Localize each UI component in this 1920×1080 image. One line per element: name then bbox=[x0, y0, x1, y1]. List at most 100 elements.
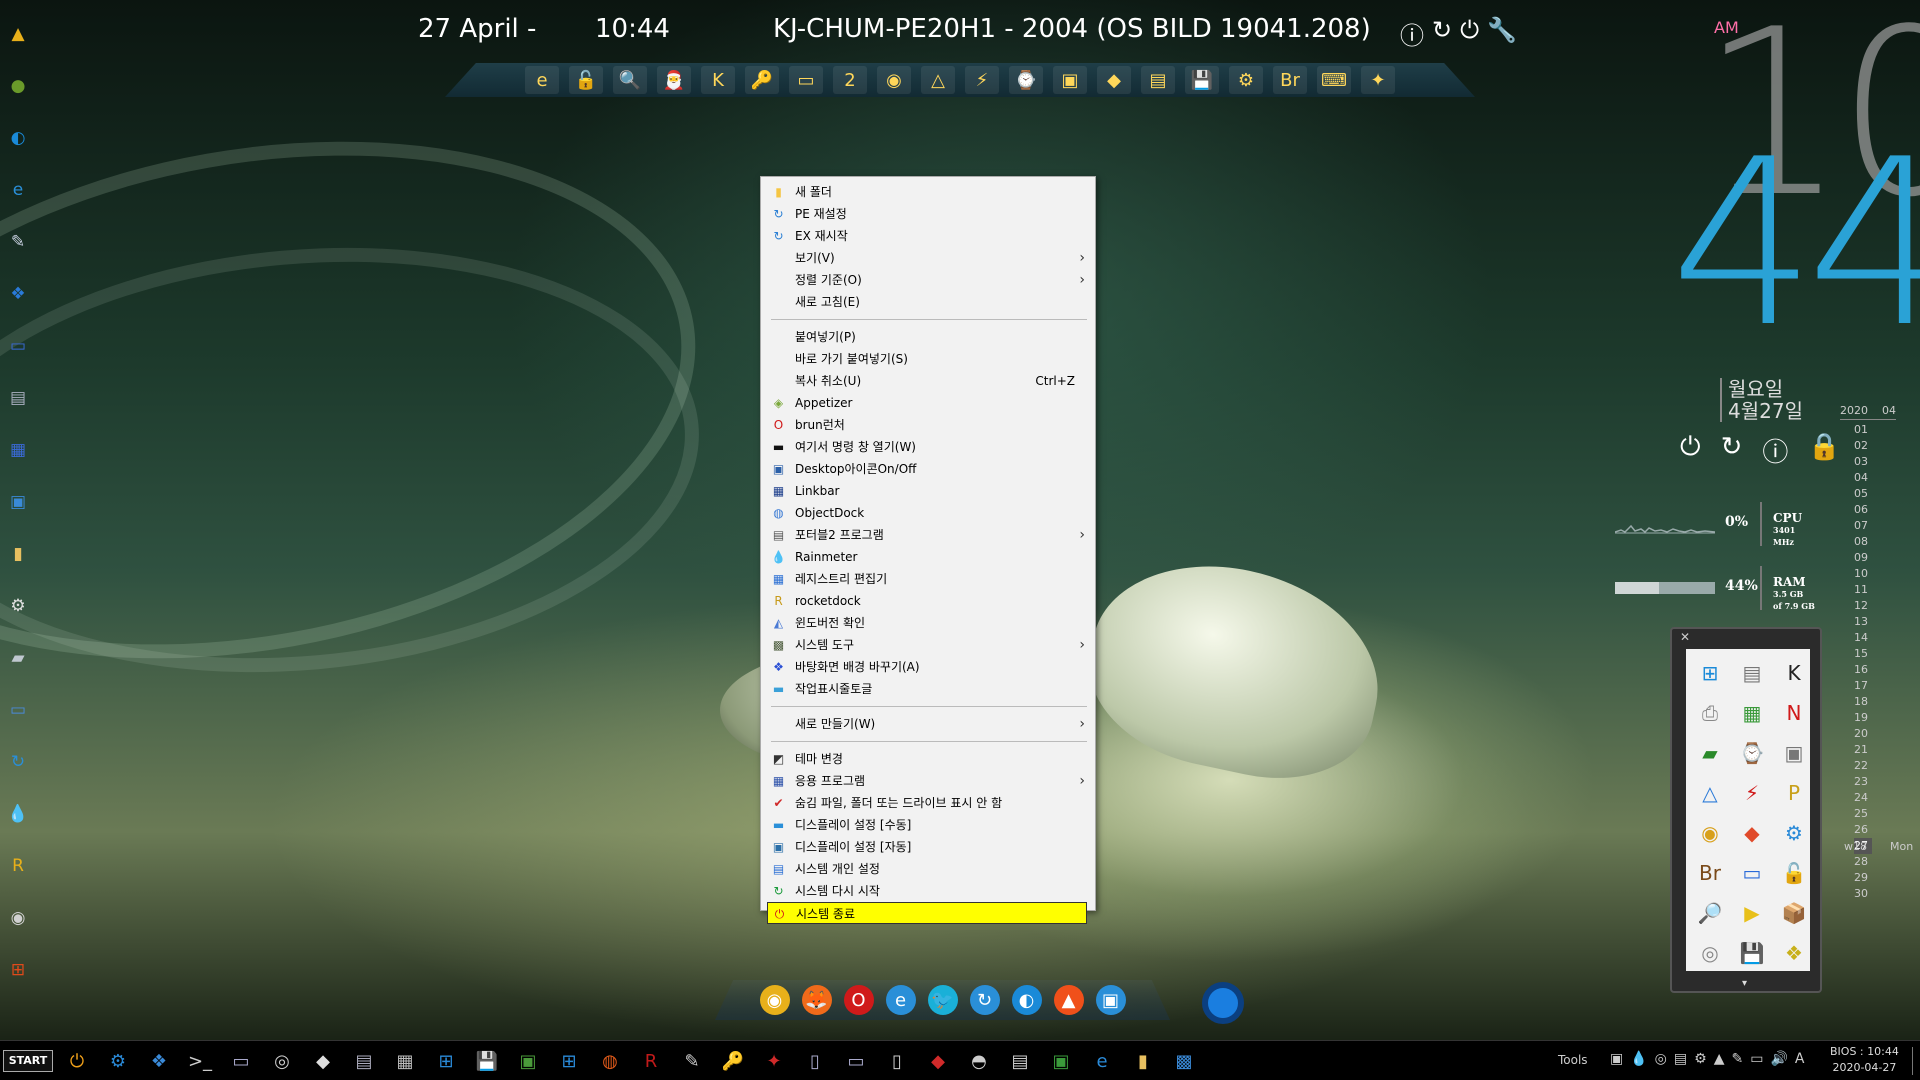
menu-item[interactable]: ◩ 테마 변경 bbox=[761, 748, 1095, 770]
dvd-icon[interactable]: ◎ bbox=[1690, 933, 1730, 973]
menu-item[interactable]: ▬ 여기서 명령 창 열기(W) bbox=[761, 436, 1095, 458]
two-icon[interactable]: 2 bbox=[833, 66, 867, 94]
feather-icon[interactable]: ✎ bbox=[1731, 1051, 1743, 1067]
calendar-day[interactable]: 18 bbox=[1854, 694, 1896, 710]
warning-icon[interactable]: ▲ bbox=[4, 20, 32, 48]
monitor-icon[interactable]: ▭ bbox=[226, 1047, 256, 1075]
menu-item[interactable]: ↻ EX 재시작 bbox=[761, 225, 1095, 247]
menu-item[interactable]: ✔ 숨김 파일, 폴더 또는 드라이브 표시 안 함 bbox=[761, 792, 1095, 814]
rocketdock-icon[interactable]: R bbox=[4, 852, 32, 880]
magnifier-icon[interactable]: 🔎 bbox=[1690, 893, 1730, 933]
calendar-day[interactable]: 23 bbox=[1854, 774, 1896, 790]
calendar-day[interactable]: 19 bbox=[1854, 710, 1896, 726]
blocks-icon[interactable]: ❖ bbox=[4, 280, 32, 308]
scanner-icon[interactable]: ⌨ bbox=[1317, 66, 1351, 94]
edge-icon[interactable]: ◐ bbox=[1011, 985, 1042, 1015]
gears-icon[interactable]: ⚙ bbox=[1229, 66, 1263, 94]
bird-icon[interactable]: 🐦 bbox=[927, 985, 958, 1015]
leaf-icon[interactable]: ● bbox=[4, 72, 32, 100]
wrench-icon[interactable]: 🔧 bbox=[1487, 16, 1517, 51]
doc-icon[interactable]: ▯ bbox=[882, 1047, 912, 1075]
menu-item[interactable]: ◍ ObjectDock bbox=[761, 502, 1095, 524]
power-icon[interactable]: ⏻ bbox=[62, 1047, 92, 1075]
pdf-icon[interactable]: P bbox=[1774, 773, 1814, 813]
water-drop-icon[interactable]: 💧 bbox=[4, 800, 32, 828]
menu-item[interactable]: ▤ 포터블2 프로그램 › bbox=[761, 524, 1095, 546]
network-icon[interactable]: ▣ bbox=[513, 1047, 543, 1075]
floppy-icon[interactable]: 💾 bbox=[1185, 66, 1219, 94]
calendar-day[interactable]: 05 bbox=[1854, 486, 1896, 502]
window-icon[interactable]: ▭ bbox=[841, 1047, 871, 1075]
disk-icon[interactable]: ▣ bbox=[1053, 66, 1087, 94]
volume-icon[interactable]: 🔊 bbox=[1770, 1051, 1787, 1067]
floppy-icon[interactable]: 💾 bbox=[1732, 933, 1772, 973]
k-icon[interactable]: K bbox=[1774, 653, 1814, 693]
menu-item[interactable]: ◈ Appetizer bbox=[761, 392, 1095, 414]
calendar-day[interactable]: 29 bbox=[1854, 870, 1896, 886]
font-icon[interactable]: A bbox=[1795, 1051, 1805, 1067]
cd-icon[interactable]: ◉ bbox=[4, 904, 32, 932]
computer-icon[interactable]: ▭ bbox=[4, 696, 32, 724]
ie-icon[interactable]: e bbox=[4, 176, 32, 204]
menu-item[interactable]: 새로 만들기(W) › bbox=[761, 713, 1095, 735]
calendar-day[interactable]: 09 bbox=[1854, 550, 1896, 566]
folder-icon[interactable]: ▮ bbox=[4, 540, 32, 568]
calendar-day[interactable]: 21 bbox=[1854, 742, 1896, 758]
drawer-close-button[interactable]: ✕ bbox=[1680, 630, 1690, 644]
menu-item[interactable]: ▦ 레지스트리 편집기 bbox=[761, 568, 1095, 590]
rocket-icon[interactable]: ⚙ bbox=[103, 1047, 133, 1075]
file-icon[interactable]: ▯ bbox=[800, 1047, 830, 1075]
calendar-day[interactable]: 30 bbox=[1854, 886, 1896, 902]
tray-clock[interactable]: BIOS : 10:44 2020-04-27 bbox=[1830, 1044, 1899, 1076]
triangle-icon[interactable]: △ bbox=[1690, 773, 1730, 813]
bridge-icon[interactable]: Br bbox=[1273, 66, 1307, 94]
backup-icon[interactable]: ⌚ bbox=[1732, 733, 1772, 773]
folder-icon[interactable]: ▮ bbox=[1128, 1047, 1158, 1075]
info-icon[interactable]: ⓘ bbox=[1400, 16, 1424, 51]
santa-icon[interactable]: 🎅 bbox=[657, 66, 691, 94]
menu-item[interactable]: ▣ 디스플레이 설정 [자동] bbox=[761, 836, 1095, 858]
gears-icon[interactable]: ⚙ bbox=[1774, 813, 1814, 853]
search-icon[interactable]: 🔍 bbox=[613, 66, 647, 94]
scanner-icon[interactable]: ▤ bbox=[1732, 653, 1772, 693]
green-drive-icon[interactable]: ▰ bbox=[1690, 733, 1730, 773]
green-drive-icon[interactable]: ▤ bbox=[1141, 66, 1175, 94]
calendar-day[interactable]: 04 bbox=[1854, 470, 1896, 486]
mouse-icon[interactable]: ◓ bbox=[964, 1047, 994, 1075]
menu-item[interactable]: ❖ 바탕화면 배경 바꾸기(A) bbox=[761, 656, 1095, 678]
menu-item[interactable]: ↻ 시스템 다시 시작 bbox=[761, 880, 1095, 902]
robot-icon[interactable]: ✦ bbox=[759, 1047, 789, 1075]
info-icon[interactable]: ⓘ bbox=[1762, 432, 1788, 469]
menu-item[interactable]: 💧 Rainmeter bbox=[761, 546, 1095, 568]
key-icon[interactable]: 🔑 bbox=[718, 1047, 748, 1075]
menu-item[interactable]: 붙여넣기(P) bbox=[761, 326, 1095, 348]
calendar-day[interactable]: 07 bbox=[1854, 518, 1896, 534]
firefox-icon[interactable]: 🦊 bbox=[801, 985, 832, 1015]
calendar-day[interactable]: 06 bbox=[1854, 502, 1896, 518]
package-icon[interactable]: 📦 bbox=[1774, 893, 1814, 933]
calendar-day[interactable]: 10 bbox=[1854, 566, 1896, 582]
ie-icon[interactable]: e bbox=[1087, 1047, 1117, 1075]
notepad-icon[interactable]: ▤ bbox=[1005, 1047, 1035, 1075]
printer-icon[interactable]: ⎙ bbox=[1690, 693, 1730, 733]
refresh-icon[interactable]: ↻ bbox=[4, 748, 32, 776]
menu-item[interactable]: ▩ 시스템 도구 › bbox=[761, 634, 1095, 656]
pc-icon[interactable]: ▦ bbox=[4, 436, 32, 464]
drop-icon[interactable]: 💧 bbox=[1630, 1051, 1647, 1067]
windows-grid-icon[interactable]: ⊞ bbox=[554, 1047, 584, 1075]
settings-icon[interactable]: ⚙ bbox=[4, 592, 32, 620]
menu-item[interactable]: ▬ 디스플레이 설정 [수동] bbox=[761, 814, 1095, 836]
paint-icon[interactable]: ◍ bbox=[595, 1047, 625, 1075]
calendar-day[interactable]: 22 bbox=[1854, 758, 1896, 774]
monitor-icon[interactable]: ▣ bbox=[1610, 1051, 1623, 1067]
lock-icon[interactable]: 🔓 bbox=[569, 66, 603, 94]
cd-icon[interactable]: ◉ bbox=[1690, 813, 1730, 853]
flash-icon[interactable]: ⚡ bbox=[965, 66, 999, 94]
image-icon[interactable]: ▣ bbox=[1046, 1047, 1076, 1075]
scanner-icon[interactable]: ▦ bbox=[390, 1047, 420, 1075]
floppy-icon[interactable]: 💾 bbox=[472, 1047, 502, 1075]
ie-icon[interactable]: e bbox=[525, 66, 559, 94]
menu-item[interactable]: ▦ Linkbar bbox=[761, 480, 1095, 502]
network-icon[interactable]: ▣ bbox=[4, 488, 32, 516]
cd-icon[interactable]: ◉ bbox=[877, 66, 911, 94]
